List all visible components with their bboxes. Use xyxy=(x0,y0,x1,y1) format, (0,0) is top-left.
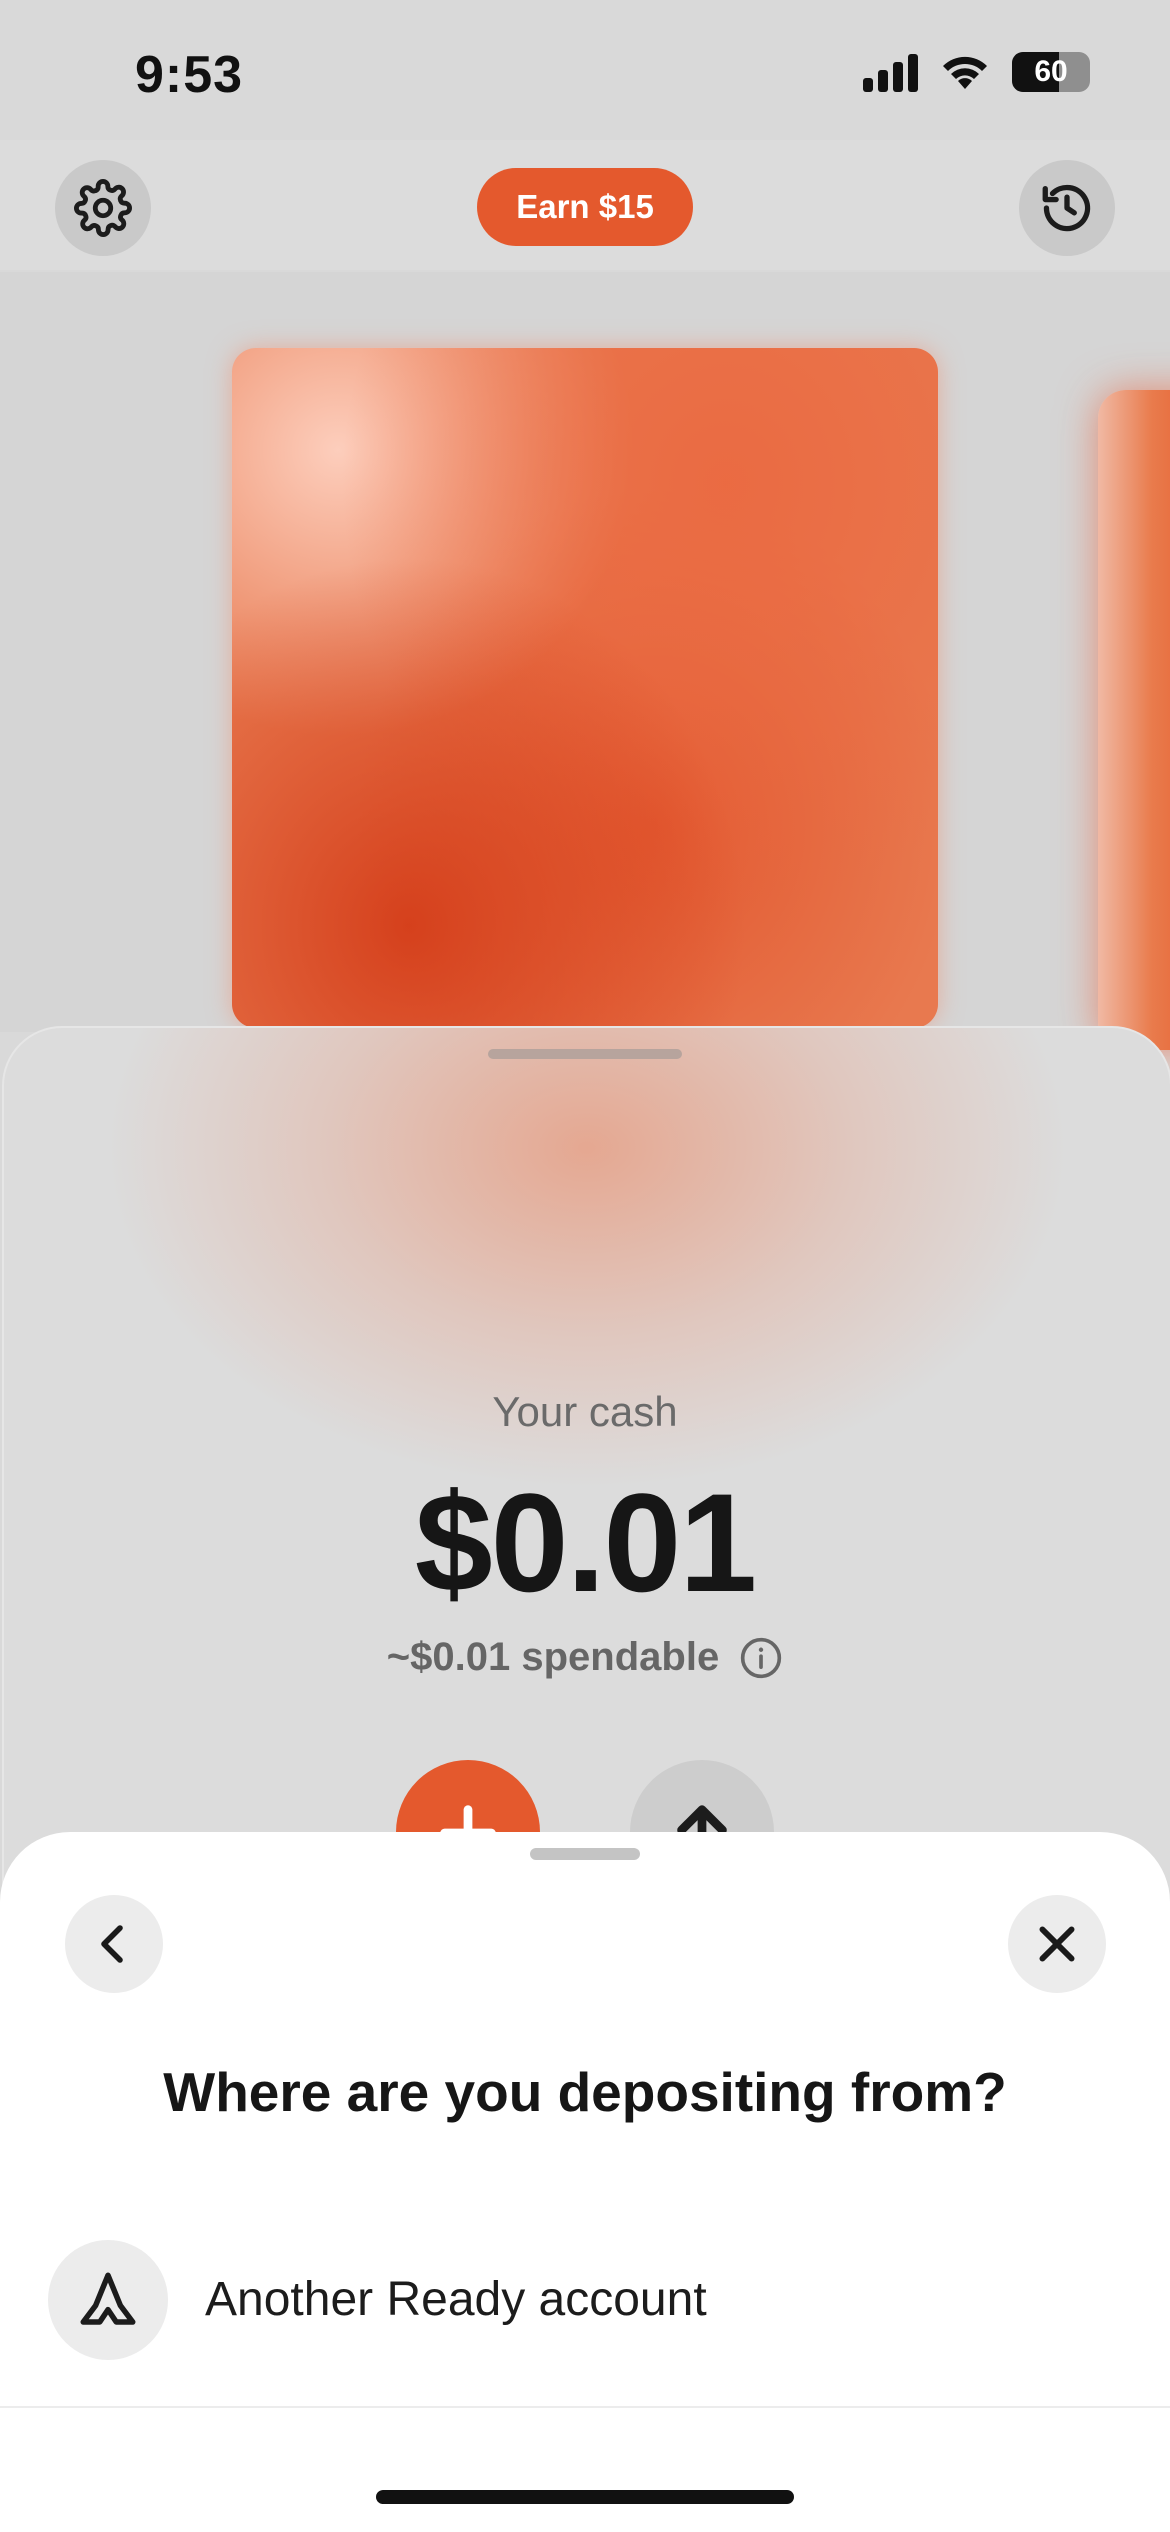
deposit-sheet xyxy=(0,1832,1170,2532)
signal-icon xyxy=(863,52,918,92)
app-screen: 9:53 60 Earn $15 Your cash $0.01 ~$0.01 … xyxy=(0,0,1170,2532)
cash-amount: $0.01 xyxy=(414,1464,757,1621)
settings-button[interactable] xyxy=(55,160,151,256)
cash-label: Your cash xyxy=(492,1388,678,1435)
close-button[interactable] xyxy=(1008,1895,1106,1993)
deposit-title: Where are you depositing from? xyxy=(163,2061,1007,2123)
option-label: Another Ready account xyxy=(205,2273,707,2326)
battery-icon: 60 xyxy=(1012,52,1090,92)
status-icons: 60 xyxy=(863,52,1090,92)
history-button[interactable] xyxy=(1019,160,1115,256)
divider xyxy=(0,2406,1170,2408)
deposit-sheet-handle[interactable] xyxy=(530,1848,640,1860)
close-icon xyxy=(1039,1926,1075,1962)
debit-card[interactable] xyxy=(232,348,938,1028)
earn-button[interactable]: Earn $15 xyxy=(477,168,693,246)
back-button[interactable] xyxy=(65,1895,163,1993)
next-card-peek[interactable] xyxy=(1098,390,1170,1050)
info-icon[interactable] xyxy=(739,1636,783,1680)
option-another-ready-account[interactable]: Another Ready account xyxy=(0,2240,1170,2405)
wifi-icon xyxy=(943,56,987,89)
status-time: 9:53 xyxy=(135,46,244,104)
battery-level: 60 xyxy=(1034,55,1068,88)
history-icon xyxy=(1042,184,1091,232)
ready-logo-icon xyxy=(48,2240,168,2360)
home-indicator[interactable] xyxy=(376,2490,794,2504)
spendable-text: ~$0.01 spendable xyxy=(386,1635,720,1679)
spendable-row: ~$0.01 spendable xyxy=(0,1635,1170,1680)
chevron-left-icon xyxy=(101,1925,123,1963)
gear-icon xyxy=(74,179,132,237)
balance-sheet-handle[interactable] xyxy=(488,1049,682,1059)
